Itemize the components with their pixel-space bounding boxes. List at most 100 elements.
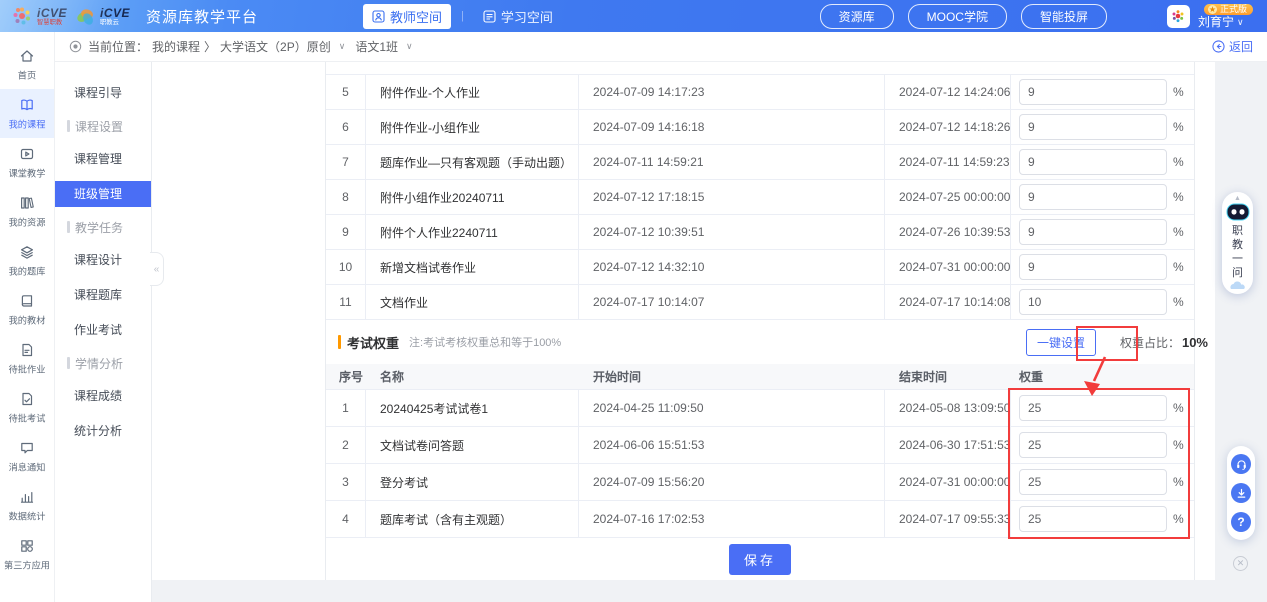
start-time: 2024-07-09 14:16:18 xyxy=(579,110,885,144)
col-header-weight: 权重 xyxy=(1011,368,1194,385)
nav-teacher-space[interactable]: 教师空间 xyxy=(363,4,451,29)
submenu-statistical-analysis[interactable]: 统计分析 xyxy=(55,418,151,444)
logo1-subtext: 智慧职教 xyxy=(37,19,64,25)
sidebar-item-my-question-bank[interactable]: 我的题库 xyxy=(0,236,54,285)
submenu-course-design[interactable]: 课程设计 xyxy=(55,247,151,273)
sidebar-item-classroom-teaching[interactable]: 课堂教学 xyxy=(0,138,54,187)
sidebar-item-third-party-apps[interactable]: 第三方应用 xyxy=(0,530,54,579)
weight-input[interactable] xyxy=(1019,114,1167,140)
submenu-collapse-handle[interactable]: « xyxy=(150,252,164,286)
save-button[interactable]: 保存 xyxy=(729,544,791,575)
assignment-name: 文档作业 xyxy=(366,285,579,319)
class-chevron-down-icon[interactable]: ∨ xyxy=(406,41,413,52)
submenu-section-learning-analysis: 学情分析 xyxy=(55,352,151,374)
exam-weight-title: 考试权重 xyxy=(347,333,399,352)
close-dock-icon[interactable]: ✕ xyxy=(1233,556,1248,571)
sidebar-item-data-statistics[interactable]: 数据统计 xyxy=(0,481,54,530)
logo1-text: iCVE xyxy=(37,7,67,19)
exam-weight-note: 注:考试考核权重总和等于100% xyxy=(409,334,561,350)
submenu-class-management[interactable]: 班级管理 xyxy=(55,181,151,207)
layers-icon xyxy=(19,244,35,260)
weight-input[interactable] xyxy=(1019,79,1167,105)
nav-separator: | xyxy=(461,10,464,22)
submenu-course-management[interactable]: 课程管理 xyxy=(55,146,151,172)
percent-suffix: % xyxy=(1173,401,1184,415)
submenu-homework-exam[interactable]: 作业考试 xyxy=(55,317,151,343)
submenu-course-question-bank[interactable]: 课程题库 xyxy=(55,282,151,308)
ai-assistant-widget[interactable]: ▲ 职教一问 xyxy=(1222,192,1253,294)
resource-library-button[interactable]: 资源库 xyxy=(820,4,894,29)
left-sidebar: 首页 我的课程 课堂教学 我的资源 我的题库 我的教材 待批作业 待批考试 消息… xyxy=(0,32,55,602)
submenu-course-guide[interactable]: 课程引导 xyxy=(55,80,151,106)
exam-weight-input[interactable] xyxy=(1019,395,1167,421)
exam-weight-input[interactable] xyxy=(1019,506,1167,532)
row-no: 4 xyxy=(326,501,366,537)
col-header-no: 序号 xyxy=(326,368,366,385)
start-time: 2024-07-12 10:39:51 xyxy=(579,215,885,249)
sidebar-item-home[interactable]: 首页 xyxy=(0,40,54,89)
row-no: 9 xyxy=(326,215,366,249)
smart-cast-button[interactable]: 智能投屏 xyxy=(1021,4,1107,29)
help-dock: ? xyxy=(1227,446,1255,540)
mooc-academy-button[interactable]: MOOC学院 xyxy=(908,4,1007,29)
course-chevron-down-icon[interactable]: ∨ xyxy=(339,41,346,52)
col-header-name: 名称 xyxy=(366,368,579,385)
download-button[interactable] xyxy=(1231,483,1251,503)
breadcrumb-separator: 〉 xyxy=(204,38,216,55)
breadcrumb-course-select[interactable]: 大学语文（2P）原创 xyxy=(220,38,331,55)
download-icon xyxy=(1235,487,1248,500)
end-time: 2024-07-26 10:39:53 xyxy=(885,215,1011,249)
exam-weight-input[interactable] xyxy=(1019,469,1167,495)
end-time: 2024-07-12 14:24:06 xyxy=(885,75,1011,109)
weight-input[interactable] xyxy=(1019,254,1167,280)
robot-icon xyxy=(1226,202,1250,222)
end-time: 2024-05-08 13:09:50 xyxy=(885,390,1011,426)
sidebar-item-pending-exams[interactable]: 待批考试 xyxy=(0,383,54,432)
start-time: 2024-04-25 11:09:50 xyxy=(579,390,885,426)
sidebar-item-messages[interactable]: 消息通知 xyxy=(0,432,54,481)
question-mark-icon: ? xyxy=(1237,515,1244,529)
weight-input[interactable] xyxy=(1019,289,1167,315)
weight-input[interactable] xyxy=(1019,219,1167,245)
row-no: 6 xyxy=(326,110,366,144)
assignment-row: 8 附件小组作业20240711 2024-07-12 17:18:15 202… xyxy=(326,180,1194,215)
orange-section-bar xyxy=(338,335,341,349)
open-book-icon xyxy=(19,97,35,113)
breadcrumb-my-courses[interactable]: 我的课程 xyxy=(152,38,200,55)
percent-suffix: % xyxy=(1173,85,1184,99)
logo2-subtext: 职教云 xyxy=(100,19,127,25)
nav-student-label: 学习空间 xyxy=(501,7,553,26)
medal-icon: ★ xyxy=(1208,5,1217,14)
weight-input[interactable] xyxy=(1019,184,1167,210)
user-menu[interactable]: 刘育宁 ∨ xyxy=(1198,16,1244,28)
weight-input[interactable] xyxy=(1019,149,1167,175)
start-time: 2024-07-12 14:32:10 xyxy=(579,250,885,284)
assignment-name: 附件作业-小组作业 xyxy=(366,110,579,144)
sidebar-item-my-resources[interactable]: 我的资源 xyxy=(0,187,54,236)
sidebar-item-pending-homework[interactable]: 待批作业 xyxy=(0,334,54,383)
percent-suffix: % xyxy=(1173,190,1184,204)
app-chip-icon[interactable] xyxy=(1167,5,1190,28)
header-pills: 资源库 MOOC学院 智能投屏 xyxy=(820,4,1107,29)
assignment-row: 6 附件作业-小组作业 2024-07-09 14:16:18 2024-07-… xyxy=(326,110,1194,145)
collapse-up-icon[interactable]: ▲ xyxy=(1234,195,1241,202)
exam-name: 登分考试 xyxy=(366,464,579,500)
exam-weight-input[interactable] xyxy=(1019,432,1167,458)
student-space-icon xyxy=(483,10,496,23)
sidebar-item-my-textbooks[interactable]: 我的教材 xyxy=(0,285,54,334)
back-button[interactable]: 返回 xyxy=(1212,38,1253,55)
bookshelf-icon xyxy=(19,195,35,211)
assignment-name: 附件个人作业2240711 xyxy=(366,215,579,249)
exam-row: 2 文档试卷问答题 2024-06-06 15:51:53 2024-06-30… xyxy=(326,427,1194,464)
submenu-course-scores[interactable]: 课程成绩 xyxy=(55,383,151,409)
sidebar-item-my-courses[interactable]: 我的课程 xyxy=(0,89,54,138)
customer-service-button[interactable] xyxy=(1231,454,1251,474)
nav-student-space[interactable]: 学习空间 xyxy=(474,4,562,29)
weight-ratio-value: 10% xyxy=(1182,335,1208,350)
breadcrumb-class-select[interactable]: 语文1班 xyxy=(355,38,398,55)
help-button[interactable]: ? xyxy=(1231,512,1251,532)
one-click-set-button[interactable]: 一键设置 xyxy=(1026,329,1096,356)
exam-row: 1 20240425考试试卷1 2024-04-25 11:09:50 2024… xyxy=(326,390,1194,427)
start-time: 2024-07-09 14:17:23 xyxy=(579,75,885,109)
assignment-name: 附件作业-个人作业 xyxy=(366,75,579,109)
